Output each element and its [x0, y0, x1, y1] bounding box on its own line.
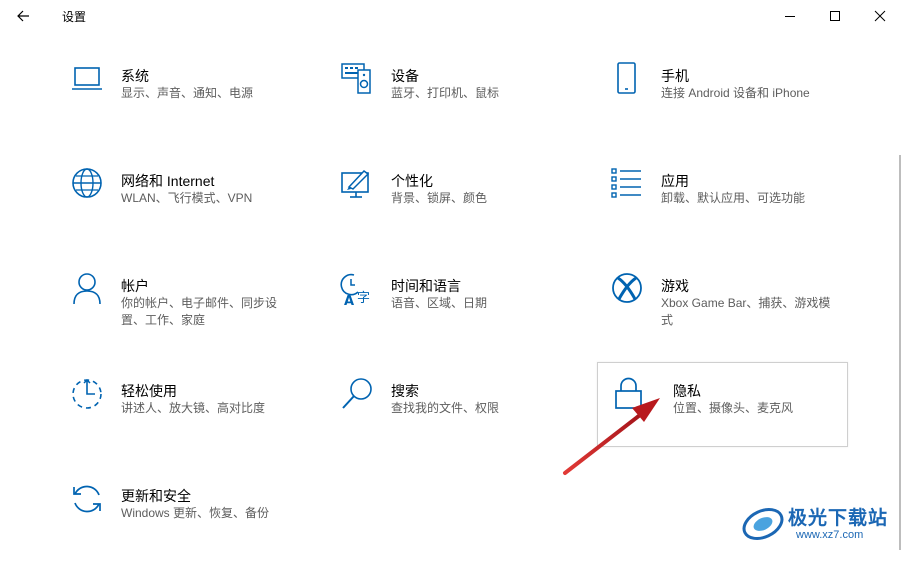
tile-title: 隐私 [673, 383, 701, 399]
globe-icon [72, 168, 102, 198]
tile-title: 时间和语言 [391, 278, 461, 294]
tile-title: 系统 [121, 68, 149, 84]
tile-gaming[interactable]: 游戏 Xbox Game Bar、捕获、游戏模式 [610, 272, 860, 352]
tile-title: 帐户 [121, 278, 149, 294]
ease-of-access-icon [72, 378, 102, 409]
tile-personalization[interactable]: 个性化 背景、锁屏、颜色 [340, 167, 590, 247]
tile-description: 你的帐户、电子邮件、同步设置、工作、家庭 [121, 296, 278, 327]
tile-apps[interactable]: 应用 卸载、默认应用、可选功能 [610, 167, 860, 247]
tile-title: 搜索 [391, 383, 419, 399]
phone-icon [617, 62, 636, 94]
window-title: 设置 [62, 10, 87, 24]
tile-devices[interactable]: 设备 蓝牙、打印机、鼠标 [340, 62, 590, 142]
close-button[interactable] [857, 4, 903, 28]
tile-title: 手机 [661, 68, 689, 84]
tile-description: Xbox Game Bar、捕获、游戏模式 [661, 296, 831, 327]
back-button[interactable] [12, 4, 36, 28]
paint-monitor-icon [341, 169, 370, 198]
tile-network[interactable]: 网络和 Internet WLAN、飞行模式、VPN [70, 167, 320, 247]
scrollbar[interactable] [899, 155, 901, 550]
tile-accounts[interactable]: 帐户 你的帐户、电子邮件、同步设置、工作、家庭 [70, 272, 320, 352]
back-arrow-icon [17, 10, 29, 22]
tile-description: 语音、区域、日期 [391, 296, 488, 310]
minimize-icon [785, 16, 795, 17]
watermark-url: www.xz7.com [796, 529, 864, 541]
tile-description: 显示、声音、通知、电源 [121, 86, 254, 100]
tile-title: 网络和 Internet [121, 173, 215, 189]
tile-description: Windows 更新、恢复、备份 [121, 506, 270, 520]
tile-system[interactable]: 系统 显示、声音、通知、电源 [70, 62, 320, 142]
tile-title: 轻松使用 [121, 383, 177, 399]
laptop-icon [72, 67, 102, 90]
tile-description: 讲述人、放大镜、高对比度 [121, 401, 266, 415]
xbox-icon [612, 273, 642, 303]
tile-description: 蓝牙、打印机、鼠标 [391, 86, 500, 100]
tile-title: 更新和安全 [121, 488, 191, 504]
tile-update-security[interactable]: 更新和安全 Windows 更新、恢复、备份 [70, 482, 320, 562]
tile-phone[interactable]: 手机 连接 Android 设备和 iPhone [610, 62, 860, 142]
watermark: 极光下载站 www.xz7.com [740, 498, 900, 550]
tile-title: 个性化 [391, 173, 433, 189]
title-bar: 设置 [0, 0, 904, 32]
tile-description: 背景、锁屏、颜色 [391, 191, 488, 205]
maximize-icon [830, 11, 840, 21]
apps-list-icon [611, 168, 641, 198]
tile-description: 位置、摄像头、麦克风 [673, 401, 794, 415]
watermark-title: 极光下载站 [788, 508, 889, 529]
svg-text:A: A [344, 294, 354, 306]
tile-ease-of-access[interactable]: 轻松使用 讲述人、放大镜、高对比度 [70, 377, 320, 457]
close-icon [874, 10, 886, 22]
tile-description: WLAN、飞行模式、VPN [121, 191, 253, 205]
tile-search[interactable]: 搜索 查找我的文件、权限 [340, 377, 590, 457]
annotation-arrow-icon [563, 398, 660, 475]
svg-text:字: 字 [357, 291, 370, 306]
tile-time-language[interactable]: A 字 时间和语言 语音、区域、日期 [340, 272, 590, 352]
tile-title: 应用 [661, 173, 689, 189]
minimize-button[interactable] [767, 4, 813, 28]
time-language-icon: A 字 [340, 273, 370, 306]
maximize-button[interactable] [812, 4, 858, 28]
tile-title: 游戏 [661, 278, 689, 294]
tile-title: 设备 [391, 68, 419, 84]
sync-icon [73, 485, 101, 513]
keyboard-speaker-icon [341, 63, 371, 94]
tile-description: 卸载、默认应用、可选功能 [661, 191, 806, 205]
tile-description: 连接 Android 设备和 iPhone [661, 86, 810, 100]
tile-description: 查找我的文件、权限 [391, 401, 500, 415]
watermark-logo-icon [742, 507, 784, 541]
person-icon [73, 273, 101, 305]
search-icon [342, 378, 372, 409]
